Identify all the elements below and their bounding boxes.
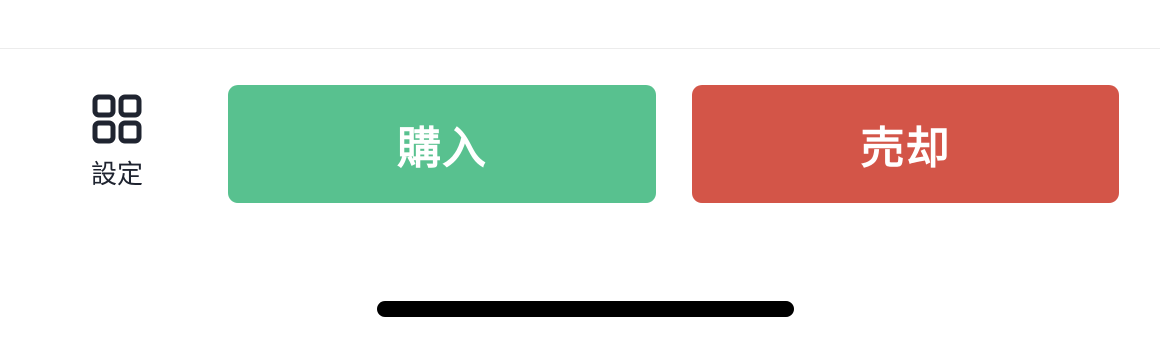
buy-button[interactable]: 購入 [228,85,656,203]
settings-button[interactable]: 設定 [72,92,162,200]
sell-button[interactable]: 売却 [692,85,1119,203]
home-indicator [377,301,794,317]
settings-label: 設定 [90,160,143,190]
top-divider [0,48,1160,49]
trade-action-bar-screen: 設定 購入 売却 [0,0,1160,341]
grid-icon [92,94,142,144]
